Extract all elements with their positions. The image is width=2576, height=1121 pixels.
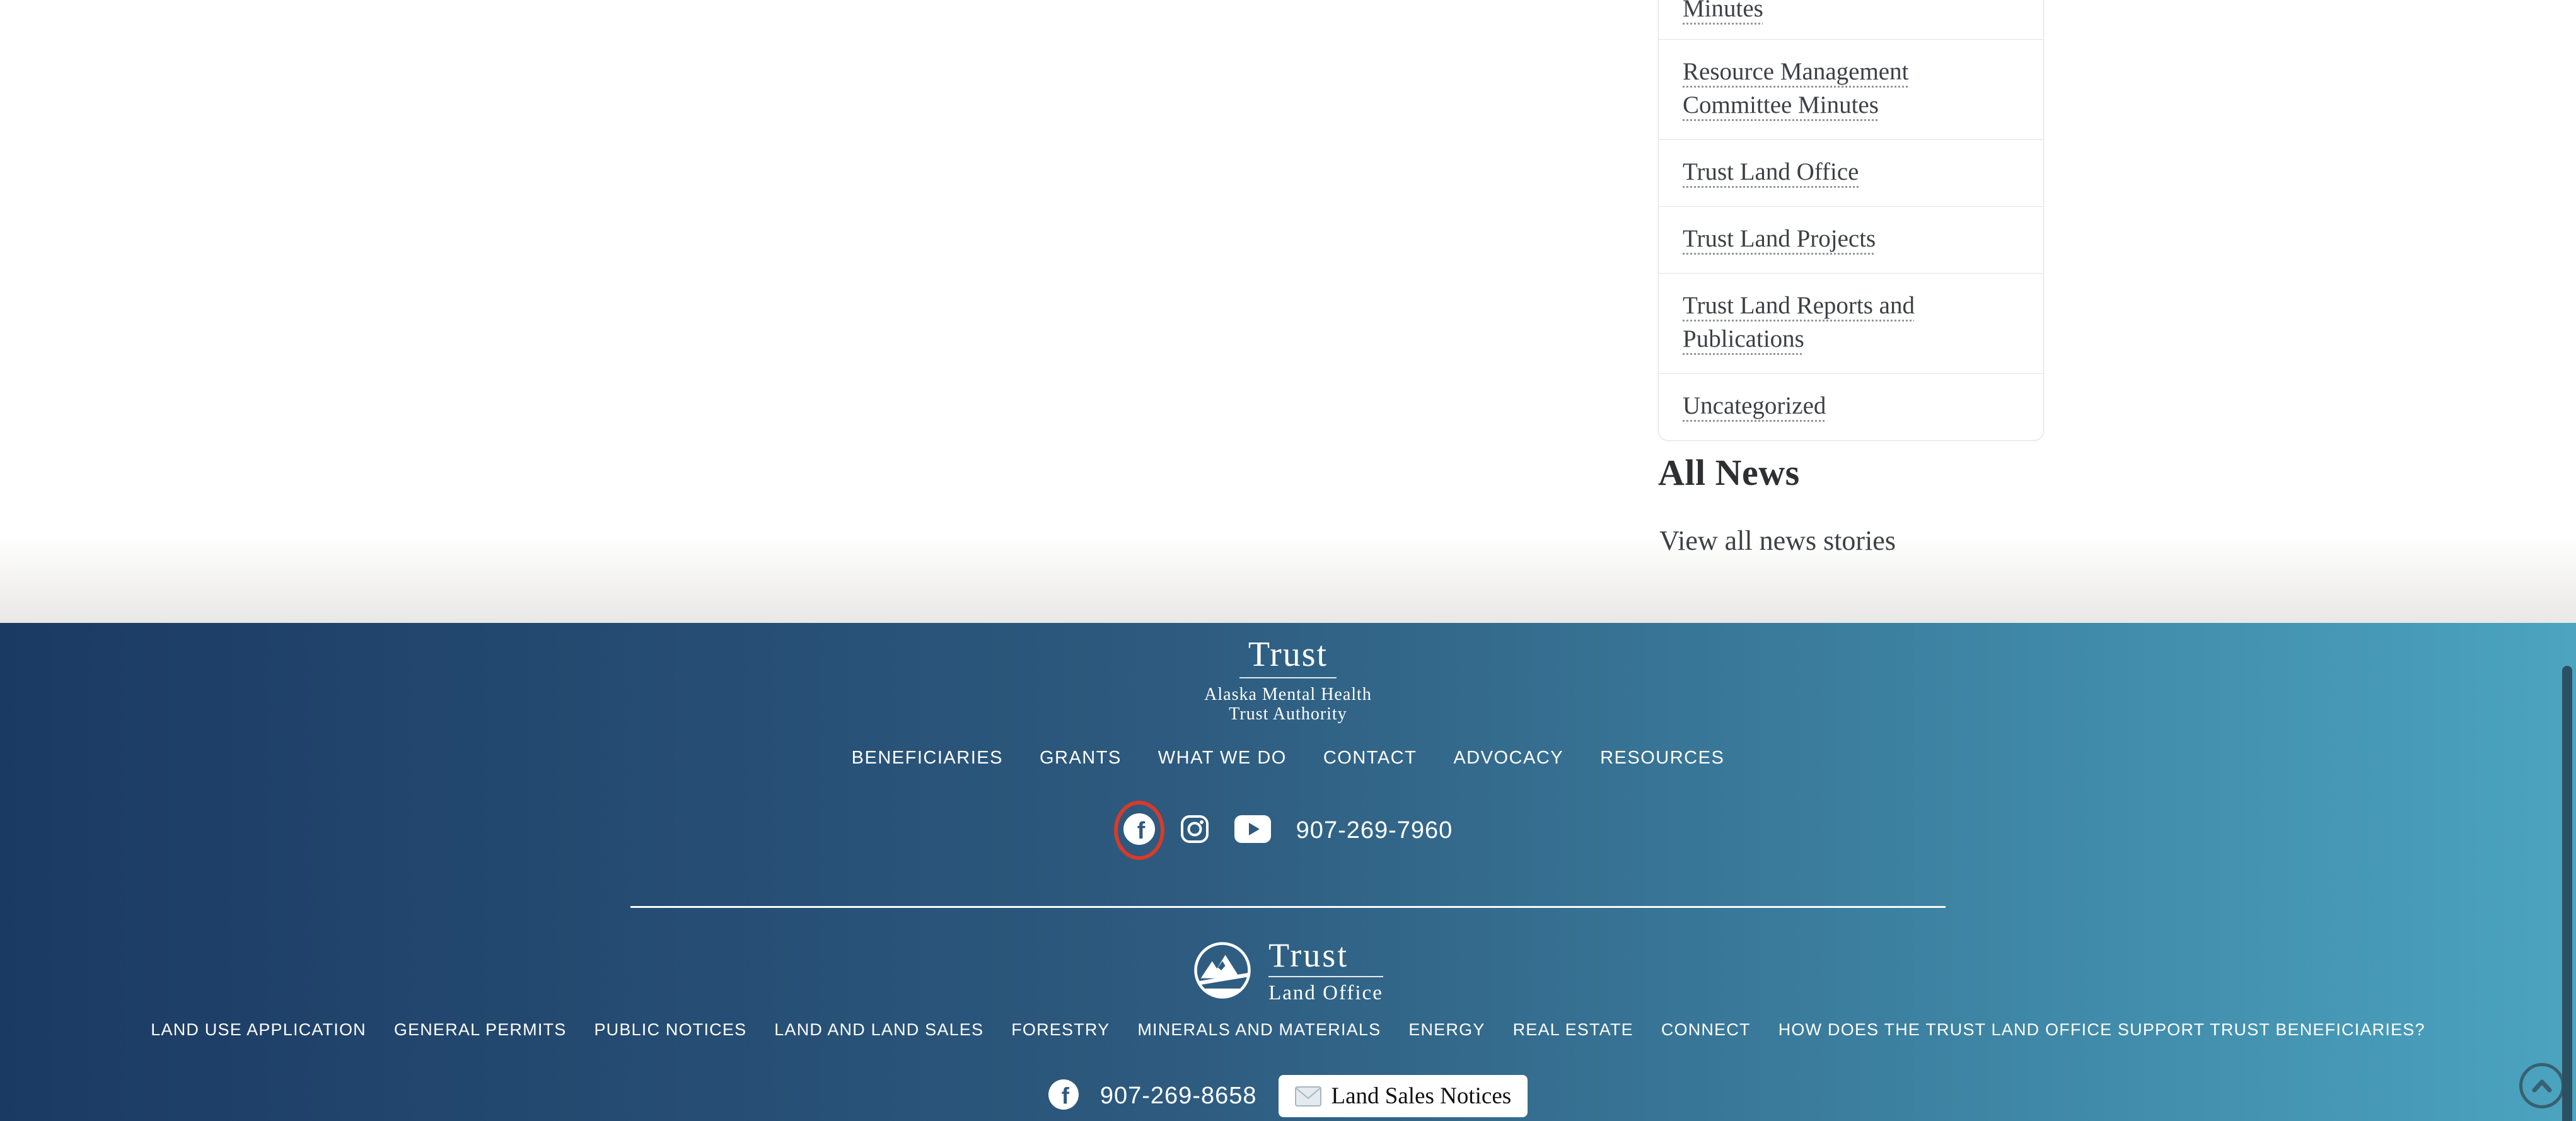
- instagram-link[interactable]: [1180, 815, 1209, 847]
- trust-authority-logo-tagline: Alaska Mental Health Trust Authority: [1204, 685, 1372, 724]
- land-sales-notices-label: Land Sales Notices: [1332, 1083, 1512, 1110]
- nav-contact[interactable]: CONTACT: [1323, 748, 1417, 769]
- nav-beneficiaries[interactable]: BENEFICIARIES: [852, 748, 1003, 769]
- footer-top-shadow: [0, 537, 2576, 623]
- nav-general-permits[interactable]: GENERAL PERMITS: [394, 1020, 567, 1040]
- nav-what-we-do[interactable]: WHAT WE DO: [1158, 748, 1287, 769]
- category-link-minutes[interactable]: Minutes: [1683, 0, 1763, 22]
- category-link-trust-land-projects[interactable]: Trust Land Projects: [1683, 225, 1876, 252]
- land-sales-notices-badge[interactable]: Land Sales Notices: [1279, 1075, 1528, 1117]
- phone-link-trust-authority[interactable]: 907-269-7960: [1296, 817, 1453, 844]
- category-link-resource-management-committee-minutes[interactable]: Resource Management Committee Minutes: [1683, 58, 1908, 119]
- trust-authority-logo-title: Trust: [1204, 638, 1372, 671]
- footer-contact-row: f 907-269-8658 Land Sales Notices: [0, 1075, 2576, 1117]
- svg-text:f: f: [1137, 818, 1145, 844]
- trust-land-office-logo[interactable]: Trust Land Office: [0, 939, 2576, 1004]
- all-news-heading: All News: [1658, 451, 1800, 494]
- logo-divider-line: [1268, 976, 1383, 977]
- news-categories-card: Minutes Resource Management Committee Mi…: [1658, 0, 2044, 441]
- list-item: Trust Land Projects: [1659, 206, 2043, 273]
- page: Minutes Resource Management Committee Mi…: [0, 0, 2576, 1121]
- view-all-news-link[interactable]: View all news stories: [1659, 525, 1896, 557]
- site-footer: Trust Alaska Mental Health Trust Authori…: [0, 623, 2576, 1121]
- nav-real-estate[interactable]: REAL ESTATE: [1513, 1020, 1633, 1040]
- tagline-line-1: Alaska Mental Health: [1204, 685, 1372, 704]
- nav-connect[interactable]: CONNECT: [1661, 1020, 1751, 1040]
- trust-land-office-logo-text: Trust Land Office: [1268, 939, 1383, 1004]
- nav-resources[interactable]: RESOURCES: [1600, 748, 1724, 769]
- scrollbar-thumb[interactable]: [2562, 666, 2572, 1121]
- nav-public-notices[interactable]: PUBLIC NOTICES: [594, 1020, 746, 1040]
- svg-text:f: f: [1062, 1083, 1070, 1108]
- instagram-icon: [1180, 815, 1209, 847]
- envelope-icon: [1295, 1086, 1321, 1106]
- footer-trust-authority-section: Trust Alaska Mental Health Trust Authori…: [0, 623, 2576, 861]
- trust-land-office-logo-subtitle: Land Office: [1268, 982, 1383, 1004]
- trust-authority-logo[interactable]: Trust Alaska Mental Health Trust Authori…: [1204, 638, 1372, 724]
- nav-land-use-application[interactable]: LAND USE APPLICATION: [151, 1020, 366, 1040]
- list-item: Uncategorized: [1659, 373, 2043, 440]
- chevron-up-icon: [2531, 1078, 2553, 1093]
- list-item: Minutes: [1659, 0, 2043, 39]
- mountain-emblem-icon: [1193, 941, 1252, 1003]
- nav-grants[interactable]: GRANTS: [1040, 748, 1122, 769]
- youtube-link[interactable]: [1234, 815, 1271, 846]
- nav-minerals-and-materials[interactable]: MINERALS AND MATERIALS: [1137, 1020, 1381, 1040]
- nav-how-does-the-tlo-support-beneficiaries[interactable]: HOW DOES THE TRUST LAND OFFICE SUPPORT T…: [1778, 1020, 2425, 1040]
- footer-nav-trust-land-office: LAND USE APPLICATION GENERAL PERMITS PUB…: [0, 1020, 2576, 1040]
- phone-link-trust-land-office[interactable]: 907-269-8658: [1100, 1083, 1257, 1110]
- nav-forestry[interactable]: FORESTRY: [1011, 1020, 1110, 1040]
- footer-trust-land-office-section: Trust Land Office LAND USE APPLICATION G…: [0, 908, 2576, 1117]
- nav-energy[interactable]: ENERGY: [1408, 1020, 1485, 1040]
- category-link-uncategorized[interactable]: Uncategorized: [1683, 392, 1826, 419]
- scroll-to-top-button[interactable]: [2519, 1063, 2565, 1108]
- facebook-icon: f: [1123, 813, 1155, 848]
- facebook-link-tlo[interactable]: f: [1048, 1079, 1079, 1113]
- footer-nav-trust-authority: BENEFICIARIES GRANTS WHAT WE DO CONTACT …: [0, 748, 2576, 769]
- logo-divider-line: [1239, 677, 1337, 678]
- list-item: Resource Management Committee Minutes: [1659, 39, 2043, 139]
- list-item: Trust Land Reports and Publications: [1659, 273, 2043, 373]
- facebook-icon: f: [1048, 1079, 1079, 1113]
- trust-land-office-logo-title: Trust: [1268, 939, 1349, 971]
- category-link-trust-land-reports-and-publications[interactable]: Trust Land Reports and Publications: [1683, 292, 1915, 352]
- category-link-trust-land-office[interactable]: Trust Land Office: [1683, 158, 1859, 185]
- list-item: Trust Land Office: [1659, 139, 2043, 206]
- facebook-link[interactable]: f: [1123, 813, 1155, 848]
- youtube-icon: [1234, 815, 1271, 846]
- tagline-line-2: Trust Authority: [1204, 704, 1372, 724]
- nav-advocacy[interactable]: ADVOCACY: [1453, 748, 1564, 769]
- nav-land-and-land-sales[interactable]: LAND AND LAND SALES: [774, 1020, 983, 1040]
- social-links-row: f: [0, 800, 2576, 861]
